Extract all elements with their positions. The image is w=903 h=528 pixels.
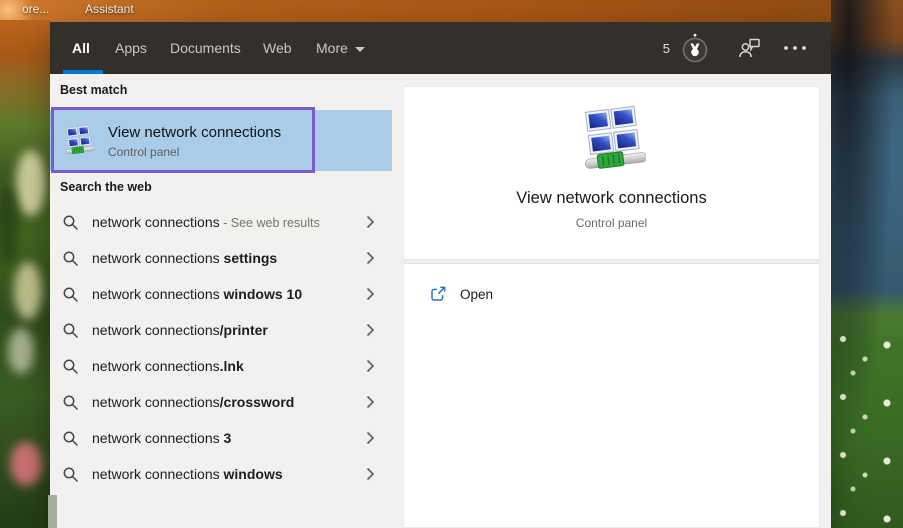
tab-documents[interactable]: Documents <box>170 22 241 74</box>
open-action[interactable]: Open <box>404 277 819 311</box>
search-window: All Apps Documents Web More 5 <box>50 22 831 528</box>
search-header: All Apps Documents Web More 5 <box>50 22 831 74</box>
network-connections-icon <box>63 125 94 156</box>
web-suggestion-row[interactable]: network connections settings <box>50 240 392 276</box>
suggestion-text: network connections <box>92 430 220 446</box>
tab-apps[interactable]: Apps <box>115 22 147 74</box>
rewards-medal-icon[interactable] <box>681 33 709 63</box>
suggestion-text: network connections <box>92 466 220 482</box>
search-body: Best match <box>50 74 831 528</box>
chevron-right-icon[interactable] <box>366 215 375 229</box>
search-icon <box>62 466 79 483</box>
preview-title: View network connections <box>404 189 819 208</box>
open-external-icon <box>429 285 447 303</box>
suggestion-bold: settings <box>220 250 278 266</box>
chevron-right-icon[interactable] <box>366 467 375 481</box>
open-label: Open <box>460 287 493 302</box>
best-match-result[interactable]: View network connections Control panel <box>50 110 392 171</box>
preview-subtitle: Control panel <box>404 216 819 230</box>
web-suggestions-list: network connections- See web results net… <box>50 204 392 492</box>
background-blur-blob <box>8 328 34 374</box>
suggestion-bold: windows 10 <box>220 286 302 302</box>
suggestion-text: network connections <box>92 394 220 410</box>
chevron-right-icon[interactable] <box>366 287 375 301</box>
search-icon <box>62 322 79 339</box>
search-icon <box>62 358 79 375</box>
search-icon <box>62 214 79 231</box>
suggestion-bold: /crossword <box>220 394 295 410</box>
suggestion-text: network connections <box>92 214 220 230</box>
search-icon <box>62 250 79 267</box>
tab-more[interactable]: More <box>316 22 365 74</box>
background-blur-blob <box>16 150 46 216</box>
preview-panel: View network connections Control panel O… <box>403 86 820 528</box>
suggestion-text: network connections <box>92 250 220 266</box>
suggestion-text: network connections <box>92 322 220 338</box>
background-blur-blob <box>10 442 42 486</box>
chevron-right-icon[interactable] <box>366 359 375 373</box>
web-suggestion-row[interactable]: network connections/printer <box>50 312 392 348</box>
chevron-right-icon[interactable] <box>366 251 375 265</box>
network-connections-icon-large <box>578 105 646 173</box>
background-window-tab[interactable]: ore... <box>22 2 49 16</box>
desktop-background-top <box>0 0 903 24</box>
background-artifact <box>48 495 57 528</box>
web-suggestion-row[interactable]: network connections.lnk <box>50 348 392 384</box>
desktop-background-flowers <box>831 325 903 528</box>
search-icon <box>62 394 79 411</box>
suggestion-bold: windows <box>220 466 283 482</box>
search-icon <box>62 430 79 447</box>
suggestion-bold: 3 <box>220 430 232 446</box>
preview-divider <box>404 259 819 264</box>
suggestion-text: network connections <box>92 358 220 374</box>
best-match-section-title: Best match <box>60 83 127 97</box>
best-match-title: View network connections <box>108 123 281 142</box>
chevron-right-icon[interactable] <box>366 395 375 409</box>
web-suggestion-row[interactable]: network connections 3 <box>50 420 392 456</box>
tab-web[interactable]: Web <box>263 22 292 74</box>
tab-more-label: More <box>316 40 348 56</box>
web-suggestion-row[interactable]: network connections- See web results <box>50 204 392 240</box>
background-blur-blob <box>14 262 42 320</box>
suggestion-text: network connections <box>92 286 220 302</box>
suggestion-bold: /printer <box>220 322 268 338</box>
caret-down-icon <box>355 47 365 52</box>
chevron-right-icon[interactable] <box>366 323 375 337</box>
web-suggestion-row[interactable]: network connections windows 10 <box>50 276 392 312</box>
rewards-count: 5 <box>663 41 670 56</box>
search-icon <box>62 286 79 303</box>
tab-all[interactable]: All <box>72 22 90 74</box>
feedback-person-icon[interactable] <box>737 37 761 59</box>
chevron-right-icon[interactable] <box>366 431 375 445</box>
web-suggestion-row[interactable]: network connections/crossword <box>50 384 392 420</box>
suggestion-bold: .lnk <box>220 358 244 374</box>
background-window-tab[interactable]: Assistant <box>85 2 134 16</box>
suggestion-annotation: - See web results <box>220 216 320 230</box>
web-suggestion-row[interactable]: network connections windows <box>50 456 392 492</box>
ellipsis-icon[interactable] <box>783 45 807 51</box>
best-match-subtitle: Control panel <box>108 145 281 159</box>
web-section-title: Search the web <box>60 180 152 194</box>
